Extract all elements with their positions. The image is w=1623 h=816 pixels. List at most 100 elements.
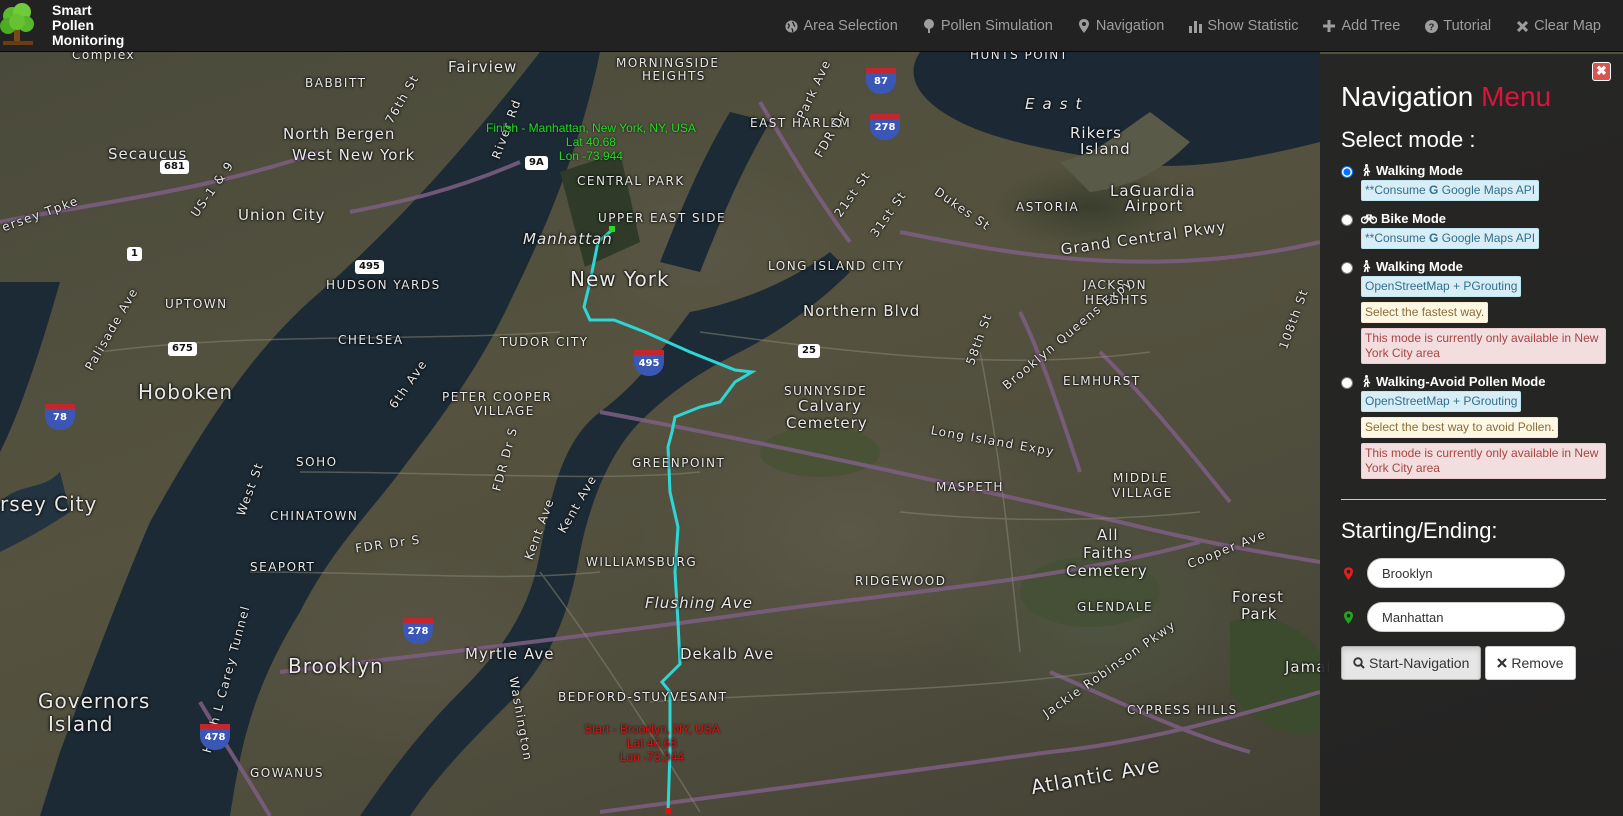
map-label-park: Park (1241, 605, 1278, 623)
map-label-uptown: UPTOWN (165, 297, 228, 311)
end-location-row (1341, 602, 1613, 632)
map-label-glendale: GLENDALE (1077, 600, 1154, 614)
nav-area-selection[interactable]: Area Selection (773, 18, 910, 34)
map-label-ridgewood: RIDGEWOOD (855, 574, 947, 588)
map-label-calvary-cemetery: Cemetery (786, 414, 868, 432)
osm-pgrouting-tag: OpenStreetMap + PGrouting (1361, 276, 1522, 297)
map-label-manhattan: Manhattan (523, 230, 613, 248)
panel-divider (1341, 499, 1606, 500)
brand-line-3: Monitoring (52, 32, 125, 48)
highway-shield-1: 1 (127, 247, 142, 261)
map-label-hunts-point: HUNTS POINT (970, 52, 1069, 62)
start-navigation-label: Start-Navigation (1369, 655, 1470, 671)
map-label-elmhurst: ELMHURST (1063, 374, 1141, 388)
walking-icon (1361, 164, 1373, 178)
map-label-myrtle-ave: Myrtle Ave (465, 645, 555, 663)
google-maps-api-tag: **Consume G Google Maps API (1361, 228, 1540, 249)
mode-walking-avoid-pollen-label: Walking-Avoid Pollen Mode (1376, 374, 1546, 389)
tag-consume-text: **Consume (1365, 183, 1426, 197)
map-label-flushing-ave: Flushing Ave (645, 594, 753, 612)
top-navbar: Smart Pollen Monitoring Area Selection P… (0, 0, 1623, 52)
mode-bike-google-label: Bike Mode (1381, 211, 1447, 226)
plus-icon (1322, 19, 1336, 33)
close-panel-button[interactable]: ✖ (1592, 62, 1611, 81)
map-label-morningside: MORNINGSIDE (616, 56, 720, 70)
mode-walking-osm-radio[interactable] (1341, 262, 1353, 274)
map-label-north-bergen: North Bergen (283, 125, 396, 143)
map-label-all-faiths-cemetery: Cemetery (1066, 562, 1148, 580)
nav-pollen-simulation-label: Pollen Simulation (940, 18, 1053, 34)
highway-shield-478: 478 (200, 724, 230, 750)
nav-show-statistic[interactable]: Show Statistic (1176, 18, 1310, 34)
map-marker-icon (1077, 19, 1091, 33)
map-label-middle-village: VILLAGE (1112, 486, 1173, 500)
start-title: Start - Brooklyn, NY, USA (584, 722, 720, 736)
map-label-chelsea: CHELSEA (338, 333, 404, 347)
panel-title-main: Navigation (1341, 81, 1474, 112)
map-label-all: All (1097, 526, 1119, 544)
map-label-long-island-city: LONG ISLAND CITY (768, 259, 905, 273)
starting-ending-heading: Starting/Ending: (1341, 518, 1498, 543)
red-map-marker-icon (1341, 566, 1355, 580)
google-icon: G (1429, 183, 1439, 197)
highway-shield-495: 495 (355, 260, 384, 274)
svg-text:?: ? (1428, 22, 1434, 32)
navigation-panel: ✖ Navigation Menu Select mode : Walking … (1320, 54, 1623, 816)
highway-shield-278-bottom: 278 (403, 618, 433, 644)
start-marker[interactable] (665, 808, 671, 814)
highway-shield-87: 87 (866, 68, 896, 94)
map-label-cypress-hills: CYPRESS HILLS (1127, 703, 1238, 717)
map-label-fairview: Fairview (448, 58, 518, 76)
map-label-maspeth: MASPETH (936, 480, 1004, 494)
map-label-seaport: SEAPORT (250, 560, 316, 574)
highway-shield-675: 675 (168, 342, 197, 356)
map-label-complex: Complex (72, 52, 136, 62)
walking-icon (1361, 375, 1373, 389)
google-maps-api-tag: **Consume G Google Maps API (1361, 180, 1540, 201)
mode-walking-google-radio[interactable] (1341, 166, 1353, 178)
map-label-west-new-york: West New York (292, 146, 416, 164)
mode-walking-osm: Walking Mode OpenStreetMap + PGrouting S… (1341, 259, 1613, 364)
highway-shield-25: 25 (798, 344, 820, 358)
brand[interactable]: Smart Pollen Monitoring (0, 0, 124, 52)
nav-tutorial[interactable]: ? Tutorial (1412, 18, 1503, 34)
map-label-tudor-city: TUDOR CITY (500, 335, 589, 349)
start-navigation-button[interactable]: Start-Navigation (1341, 646, 1482, 680)
mode-bike-google-radio[interactable] (1341, 214, 1353, 226)
start-location-row (1341, 558, 1613, 588)
remove-label: Remove (1511, 655, 1564, 671)
mode-walking-google-label: Walking Mode (1376, 163, 1463, 178)
avoid-pollen-tag: Select the best way to avoid Pollen. (1361, 417, 1559, 438)
map-label-new-york: New York (570, 267, 670, 291)
panel-actions: Start-Navigation Remove (1341, 646, 1613, 680)
finish-title: Finish - Manhattan, New York, NY, USA (486, 121, 696, 135)
map-label-union-city: Union City (238, 206, 326, 224)
map-label-forest: Forest (1232, 588, 1285, 606)
map-label-chinatown: CHINATOWN (270, 509, 359, 523)
remove-button[interactable]: Remove (1485, 646, 1576, 680)
highway-shield-495-interstate: 495 (634, 350, 664, 376)
end-location-input[interactable] (1367, 602, 1565, 632)
nav-navigation[interactable]: Navigation (1065, 18, 1177, 34)
map-label-heights: HEIGHTS (642, 69, 706, 83)
map-label-northern-blvd: Northern Blvd (803, 302, 921, 320)
osm-pgrouting-tag: OpenStreetMap + PGrouting (1361, 391, 1522, 412)
map-label-governors-island: Island (48, 712, 114, 736)
nav-clear-map[interactable]: Clear Map (1503, 18, 1613, 34)
map-label-faiths: Faiths (1083, 544, 1133, 562)
brand-line-2: Pollen (52, 17, 95, 33)
nav-add-tree[interactable]: Add Tree (1310, 18, 1412, 34)
brand-line-1: Smart (52, 2, 92, 18)
map-label-soho: SOHO (296, 455, 338, 469)
map-label-gowanus: GOWANUS (250, 766, 325, 780)
nav-pollen-simulation[interactable]: Pollen Simulation (910, 18, 1065, 34)
nav-navigation-label: Navigation (1095, 18, 1165, 34)
tree-logo-icon (0, 2, 50, 50)
nyc-only-warning-tag: This mode is currently only available in… (1361, 328, 1606, 364)
tag-google-maps-text: Google Maps API (1441, 231, 1536, 245)
mode-walking-avoid-pollen: Walking-Avoid Pollen Mode OpenStreetMap … (1341, 374, 1613, 479)
start-location-input[interactable] (1367, 558, 1565, 588)
nav-tutorial-label: Tutorial (1443, 18, 1492, 34)
mode-walking-avoid-pollen-radio[interactable] (1341, 377, 1353, 389)
start-lat: Lat 40.68 (626, 736, 677, 750)
